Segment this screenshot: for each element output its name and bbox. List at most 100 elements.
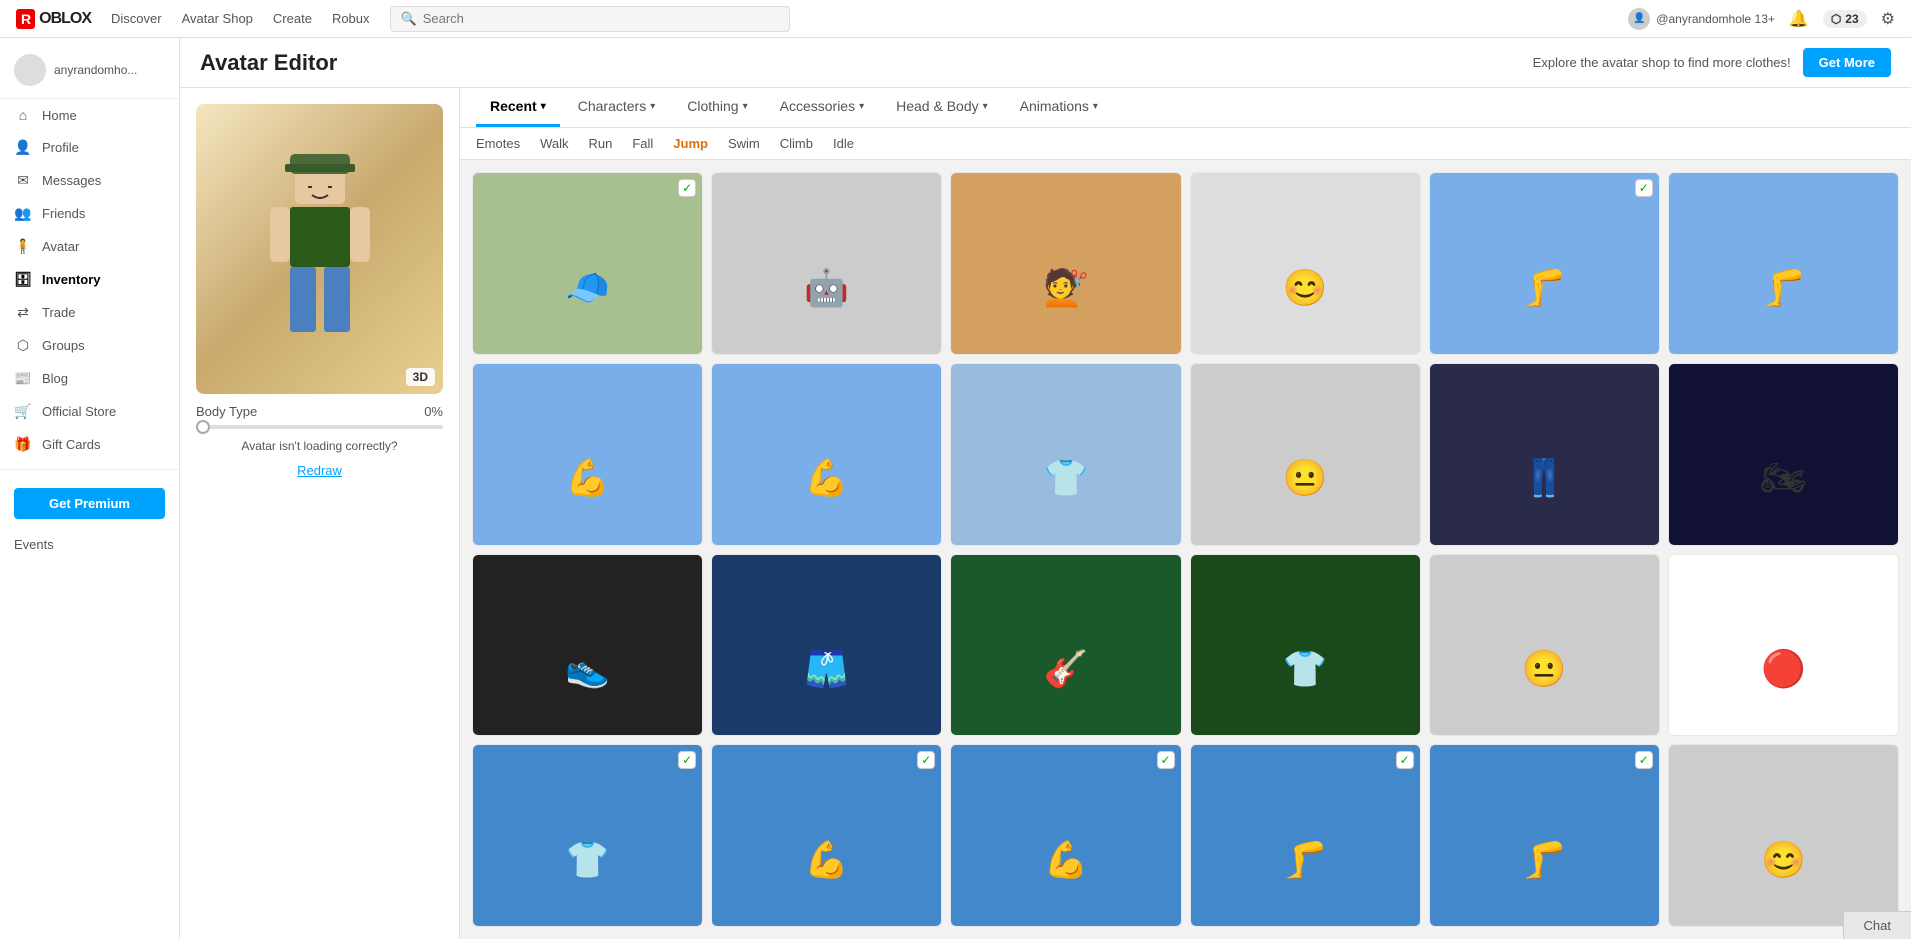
sidebar-item-avatar[interactable]: 🧍 Avatar xyxy=(0,230,179,263)
body-type-value: 0% xyxy=(424,404,443,419)
sidebar-item-home[interactable]: ⌂ Home xyxy=(0,99,179,131)
item-card-item-4[interactable]: 😊 Smile xyxy=(1190,172,1421,355)
sidebar-label-avatar: Avatar xyxy=(42,239,79,254)
item-card-item-14[interactable]: 🩳 Jean Shorts with White xyxy=(711,554,942,737)
item-card-item-10[interactable]: 😐 Man Head xyxy=(1190,363,1421,546)
trade-icon: ⇄ xyxy=(14,304,32,321)
chat-button[interactable]: Chat xyxy=(1843,911,1911,939)
sidebar-item-gift-cards[interactable]: 🎁 Gift Cards xyxy=(0,428,179,461)
tab-accessories[interactable]: Accessories ▾ xyxy=(766,88,879,127)
item-card-item-5[interactable]: ✓ 🦵 Man Right Leg xyxy=(1429,172,1660,355)
item-card-item-15[interactable]: 🎸 Guitar Tee with Black xyxy=(950,554,1181,737)
avatar-icon: 🧍 xyxy=(14,238,32,255)
friends-icon: 👥 xyxy=(14,205,32,222)
item-card-item-22[interactable]: ✓ 🦵 ROBLOX Boy Right Leg xyxy=(1190,744,1421,927)
item-checkmark: ✓ xyxy=(1396,751,1414,769)
sidebar-item-profile[interactable]: 👤 Profile xyxy=(0,131,179,164)
get-premium-button[interactable]: Get Premium xyxy=(14,488,165,519)
sidebar-label-home: Home xyxy=(42,108,77,123)
sidebar-user[interactable]: anyrandomho... xyxy=(0,46,179,99)
user-info[interactable]: 👤 @anyrandomhole 13+ xyxy=(1628,8,1775,30)
item-card-item-1[interactable]: ✓ 🧢 Verified, Bonafide, xyxy=(472,172,703,355)
top-nav: R OBLOX Discover Avatar Shop Create Robu… xyxy=(0,0,1911,38)
robux-count: 23 xyxy=(1845,12,1858,26)
tab-head-body[interactable]: Head & Body ▾ xyxy=(882,88,1002,127)
item-card-item-24[interactable]: 😊 Trim xyxy=(1668,744,1899,927)
redraw-button[interactable]: Redraw xyxy=(196,463,443,478)
item-checkmark: ✓ xyxy=(1157,751,1175,769)
item-image: 👕 xyxy=(473,745,702,927)
tab-recent[interactable]: Recent ▾ xyxy=(476,88,560,127)
create-link[interactable]: Create xyxy=(273,11,312,26)
search-bar[interactable]: 🔍 xyxy=(390,6,790,32)
animations-arrow-icon: ▾ xyxy=(1093,101,1098,112)
sidebar-item-official-store[interactable]: 🛒 Official Store xyxy=(0,395,179,428)
clothing-arrow-icon: ▾ xyxy=(743,101,748,112)
sidebar-item-trade[interactable]: ⇄ Trade xyxy=(0,296,179,329)
body-type-slider[interactable] xyxy=(196,425,443,429)
item-card-item-3[interactable]: 💇 Pal Hair xyxy=(950,172,1181,355)
sub-tab-jump[interactable]: Jump xyxy=(673,134,708,153)
main-header: Avatar Editor Explore the avatar shop to… xyxy=(180,38,1911,88)
sub-tab-fall[interactable]: Fall xyxy=(632,134,653,153)
item-card-item-12[interactable]: 🏍 Blue and Black Motorcycle xyxy=(1668,363,1899,546)
item-card-item-21[interactable]: ✓ 💪 ROBLOX Boy Left Arm xyxy=(950,744,1181,927)
settings-icon[interactable]: ⚙ xyxy=(1881,9,1895,29)
item-card-item-6[interactable]: 🦵 Man Left Leg xyxy=(1668,172,1899,355)
search-input[interactable] xyxy=(423,11,779,26)
avatar-shop-link[interactable]: Avatar Shop xyxy=(182,11,253,26)
sidebar-label-messages: Messages xyxy=(42,173,101,188)
item-image: 😊 xyxy=(1191,173,1420,355)
item-image: 🤖 xyxy=(712,173,941,355)
get-more-button[interactable]: Get More xyxy=(1803,48,1891,77)
tab-bar: Recent ▾ Characters ▾ Clothing ▾ Accesso… xyxy=(460,88,1911,128)
accessories-arrow-icon: ▾ xyxy=(859,101,864,112)
roblox-logo[interactable]: R OBLOX xyxy=(16,9,91,29)
sidebar-username: anyrandomho... xyxy=(54,63,137,77)
item-image: 🏍 xyxy=(1669,364,1898,546)
item-image: 💪 xyxy=(712,364,941,546)
item-card-item-18[interactable]: 🔴 Bloxxer xyxy=(1668,554,1899,737)
item-image: 🧢 xyxy=(473,173,702,355)
sidebar-item-blog[interactable]: 📰 Blog xyxy=(0,362,179,395)
sidebar-item-groups[interactable]: ⬡ Groups xyxy=(0,329,179,362)
sub-tab-walk[interactable]: Walk xyxy=(540,134,568,153)
main-layout: anyrandomho... ⌂ Home 👤 Profile ✉ Messag… xyxy=(0,38,1911,939)
avatar-panel: 3D Body Type 0% Avatar isn't loading cor… xyxy=(180,88,460,939)
sidebar-item-inventory[interactable]: 🗄 Inventory xyxy=(0,263,179,296)
notification-icon[interactable]: 🔔 xyxy=(1789,9,1809,29)
item-card-item-20[interactable]: ✓ 💪 ROBLOX Boy Right Arm xyxy=(711,744,942,927)
item-card-item-2[interactable]: 🤖 ROBLOX Boy xyxy=(711,172,942,355)
robux-badge[interactable]: ⬡ 23 xyxy=(1823,10,1867,28)
tab-clothing[interactable]: Clothing ▾ xyxy=(673,88,761,127)
avatar-figure xyxy=(260,149,380,349)
item-card-item-16[interactable]: 👕 Green Jersey xyxy=(1190,554,1421,737)
item-card-item-23[interactable]: ✓ 🦵 ROBLOX Boy Left Leg xyxy=(1429,744,1660,927)
sidebar-label-profile: Profile xyxy=(42,140,79,155)
item-card-item-7[interactable]: 💪 Man Left Arm xyxy=(472,363,703,546)
sidebar-item-friends[interactable]: 👥 Friends xyxy=(0,197,179,230)
item-card-item-17[interactable]: 😐 Blockhead xyxy=(1429,554,1660,737)
sidebar-item-messages[interactable]: ✉ Messages xyxy=(0,164,179,197)
sub-tab-emotes[interactable]: Emotes xyxy=(476,134,520,153)
body-type-handle[interactable] xyxy=(196,420,210,434)
page-title: Avatar Editor xyxy=(200,50,337,76)
item-card-item-11[interactable]: 👖 Dark Green Jeans xyxy=(1429,363,1660,546)
tab-animations[interactable]: Animations ▾ xyxy=(1006,88,1112,127)
tab-characters[interactable]: Characters ▾ xyxy=(564,88,670,127)
sub-tab-swim[interactable]: Swim xyxy=(728,134,760,153)
items-panel: Recent ▾ Characters ▾ Clothing ▾ Accesso… xyxy=(460,88,1911,939)
sub-tab-run[interactable]: Run xyxy=(588,134,612,153)
sidebar-item-events[interactable]: Events xyxy=(0,529,179,560)
shop-promo: Explore the avatar shop to find more clo… xyxy=(1533,48,1891,77)
discover-link[interactable]: Discover xyxy=(111,11,162,26)
item-card-item-19[interactable]: ✓ 👕 ROBLOX Boy Torso xyxy=(472,744,703,927)
item-card-item-13[interactable]: 👟 Black Jeans with Sneakers xyxy=(472,554,703,737)
store-icon: 🛒 xyxy=(14,403,32,420)
item-card-item-9[interactable]: 👕 Man Torso xyxy=(950,363,1181,546)
avatar-preview: 3D xyxy=(196,104,443,394)
sub-tab-idle[interactable]: Idle xyxy=(833,134,854,153)
item-card-item-8[interactable]: 💪 Man Right Arm xyxy=(711,363,942,546)
robux-link[interactable]: Robux xyxy=(332,11,370,26)
sub-tab-climb[interactable]: Climb xyxy=(780,134,813,153)
